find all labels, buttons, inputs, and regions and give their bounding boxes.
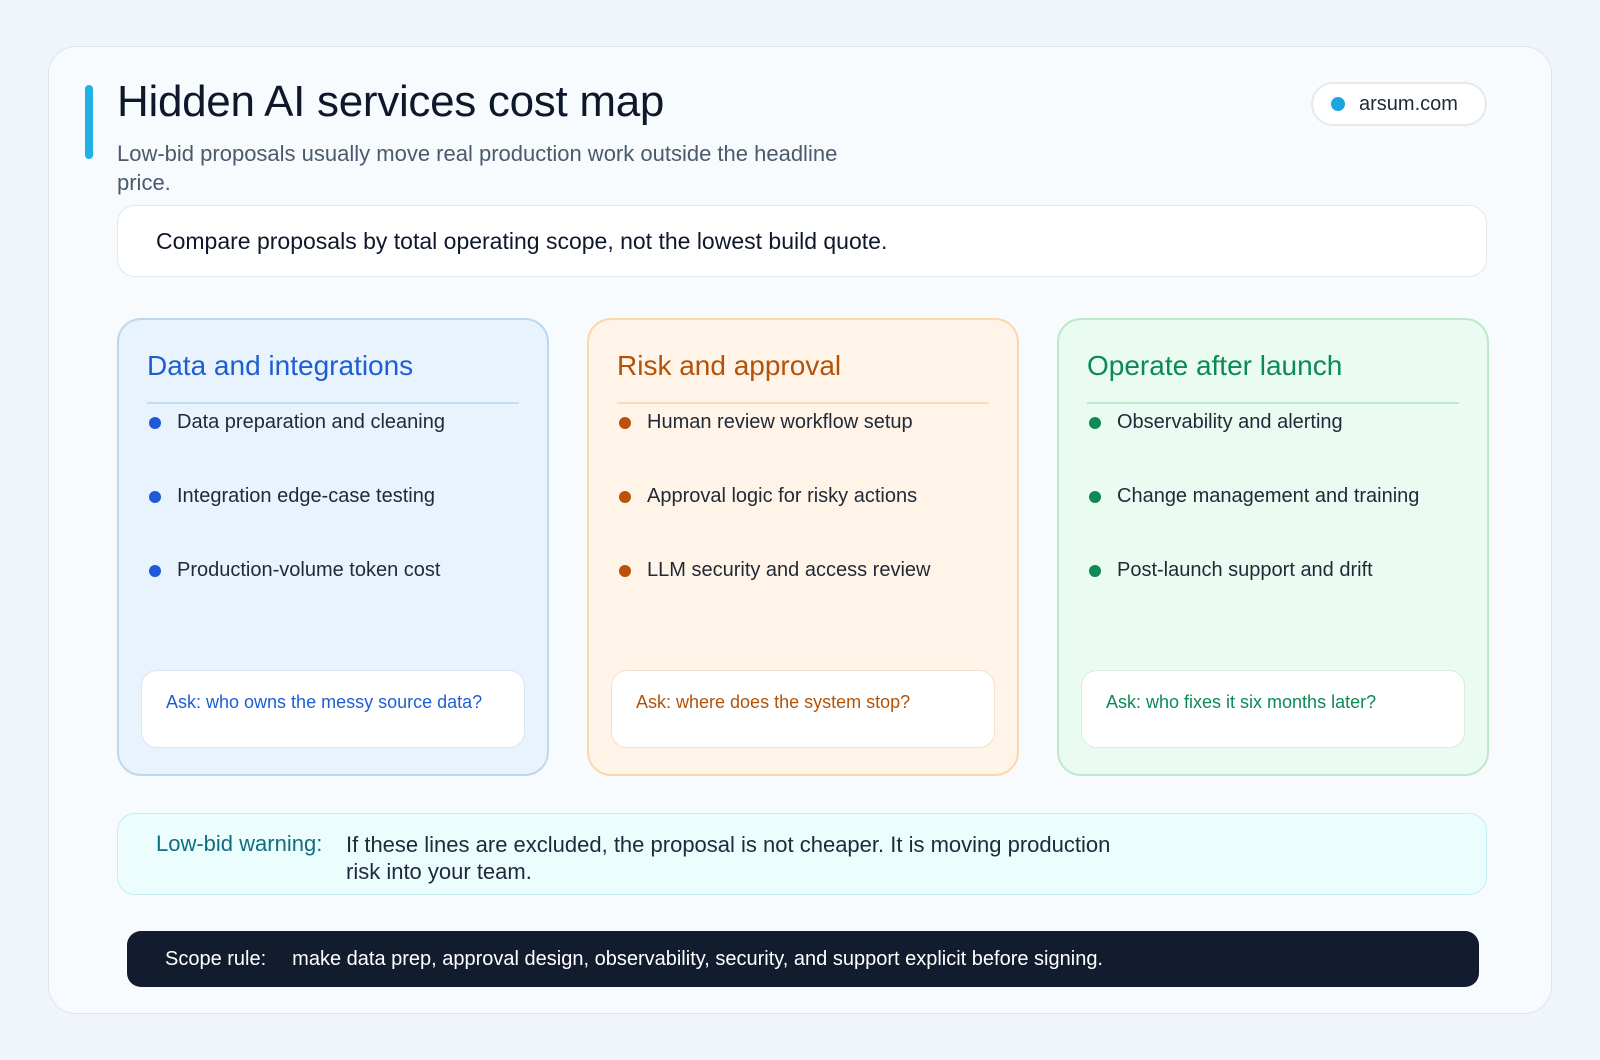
warning-label: Low-bid warning: [156, 831, 323, 856]
scope-rule-label: Scope rule: [165, 947, 267, 970]
bullet-icon [619, 565, 631, 577]
column-title: Data and integrations [147, 350, 414, 381]
column-divider [1087, 402, 1459, 404]
bullet-icon [149, 417, 161, 429]
column-data-integrations: Data and integrations Data preparation a… [117, 318, 549, 776]
low-bid-warning: Low-bid warning: If these lines are excl… [117, 813, 1487, 895]
scope-rule-text: make data prep, approval design, observa… [292, 947, 1103, 970]
column-item-list: Observability and alerting Change manage… [1089, 410, 1419, 632]
ask-question-text: Ask: who owns the messy source data? [166, 692, 483, 712]
banner-text: Compare proposals by total operating sco… [156, 227, 888, 254]
list-item-label: Approval logic for risky actions [647, 485, 918, 507]
bullet-icon [149, 491, 161, 503]
list-item: Data preparation and cleaning [149, 410, 445, 484]
brand-dot-icon [1331, 97, 1345, 111]
bullet-icon [1089, 565, 1101, 577]
ask-question-box: Ask: who owns the messy source data? [141, 670, 525, 748]
column-item-list: Data preparation and cleaning Integratio… [149, 410, 445, 632]
column-divider [617, 402, 989, 404]
warning-text: If these lines are excluded, the proposa… [346, 832, 1111, 884]
page-subtitle: Low-bid proposals usually move real prod… [117, 141, 838, 195]
page-title: Hidden AI services cost map [117, 77, 665, 126]
list-item: Integration edge-case testing [149, 484, 445, 558]
list-item-label: Human review workflow setup [647, 411, 913, 433]
title-accent-bar [85, 85, 93, 159]
scope-rule-bar: Scope rule: make data prep, approval des… [127, 931, 1479, 987]
comparison-banner: Compare proposals by total operating sco… [117, 205, 1487, 277]
ask-question-text: Ask: who fixes it six months later? [1106, 692, 1377, 712]
brand-badge[interactable]: arsum.com [1311, 82, 1487, 126]
column-risk-approval: Risk and approval Human review workflow … [587, 318, 1019, 776]
column-divider [147, 402, 519, 404]
list-item: Observability and alerting [1089, 410, 1419, 484]
list-item-label: Observability and alerting [1117, 411, 1343, 433]
list-item: Change management and training [1089, 484, 1419, 558]
cost-map-card: Hidden AI services cost map Low-bid prop… [48, 46, 1552, 1014]
list-item: Production-volume token cost [149, 558, 445, 632]
list-item: Approval logic for risky actions [619, 484, 930, 558]
list-item: Human review workflow setup [619, 410, 930, 484]
bullet-icon [619, 417, 631, 429]
ask-question-box: Ask: where does the system stop? [611, 670, 995, 748]
list-item-label: Post-launch support and drift [1117, 559, 1373, 581]
list-item-label: Change management and training [1117, 485, 1420, 507]
column-item-list: Human review workflow setup Approval log… [619, 410, 930, 632]
bullet-icon [1089, 491, 1101, 503]
list-item: Post-launch support and drift [1089, 558, 1419, 632]
bullet-icon [1089, 417, 1101, 429]
list-item-label: Data preparation and cleaning [177, 411, 445, 433]
ask-question-text: Ask: where does the system stop? [636, 692, 911, 712]
list-item-label: LLM security and access review [647, 559, 931, 581]
bullet-icon [619, 491, 631, 503]
ask-question-box: Ask: who fixes it six months later? [1081, 670, 1465, 748]
list-item: LLM security and access review [619, 558, 930, 632]
column-operate-after-launch: Operate after launch Observability and a… [1057, 318, 1489, 776]
column-title: Operate after launch [1087, 350, 1343, 381]
bullet-icon [149, 565, 161, 577]
brand-label: arsum.com [1359, 92, 1458, 115]
column-title: Risk and approval [617, 350, 842, 381]
list-item-label: Integration edge-case testing [177, 485, 435, 507]
list-item-label: Production-volume token cost [177, 559, 441, 581]
